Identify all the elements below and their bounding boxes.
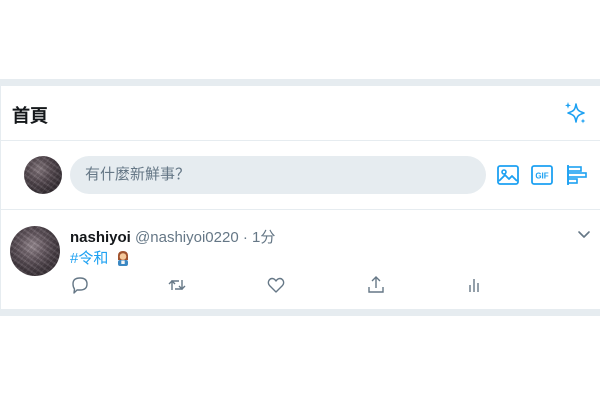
analytics-icon[interactable] — [464, 275, 484, 295]
share-icon[interactable] — [366, 275, 386, 295]
retweet-icon[interactable] — [167, 275, 187, 295]
avatar[interactable] — [24, 156, 62, 194]
tweet-text: #令和 — [70, 247, 131, 268]
separator: · — [242, 229, 248, 246]
timeline-header: 首頁 — [0, 86, 600, 141]
tweet-header: nashiyoi @nashiyoi0220 · 1分 — [70, 226, 275, 247]
hashtag-link[interactable]: #令和 — [70, 250, 108, 267]
sparkle-icon[interactable] — [562, 100, 588, 126]
like-icon[interactable] — [266, 275, 286, 295]
chevron-down-icon[interactable] — [576, 228, 592, 242]
svg-text:GIF: GIF — [535, 172, 548, 181]
compose-input[interactable]: 有什麼新鮮事？ — [70, 156, 486, 194]
image-icon[interactable] — [496, 163, 520, 187]
top-separator — [0, 79, 600, 86]
user-handle[interactable]: @nashiyoi0220 — [135, 229, 239, 246]
reply-icon[interactable] — [70, 275, 90, 295]
poll-icon[interactable] — [565, 163, 589, 187]
display-name[interactable]: nashiyoi — [70, 229, 131, 246]
person-emoji-icon — [117, 251, 128, 266]
timestamp[interactable]: 1分 — [252, 229, 275, 246]
page-title: 首頁 — [12, 106, 48, 126]
tweet-avatar[interactable] — [10, 226, 60, 276]
bottom-separator — [0, 309, 600, 316]
gif-icon[interactable]: GIF — [530, 163, 554, 187]
